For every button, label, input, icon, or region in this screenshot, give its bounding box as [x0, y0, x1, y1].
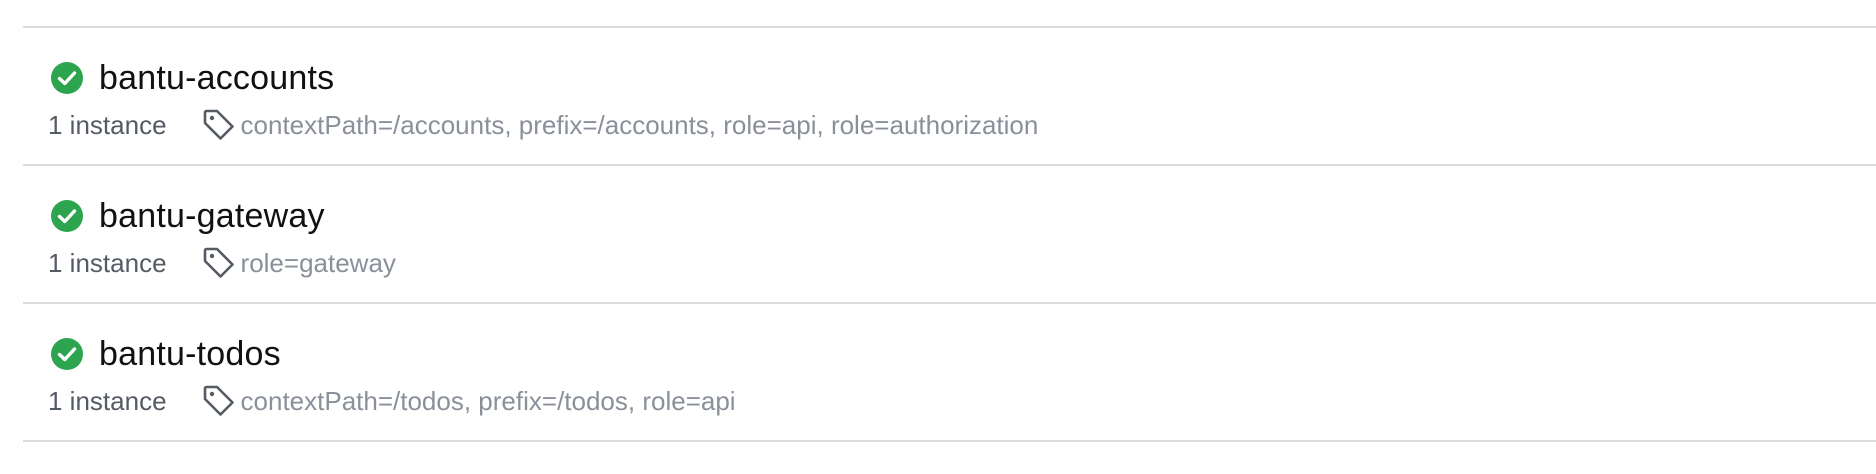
service-name[interactable]: bantu-gateway [99, 197, 325, 236]
service-list: bantu-accounts 1 instance contextPath=/a… [23, 26, 1876, 442]
check-circle-icon [50, 61, 84, 95]
service-title: bantu-todos [50, 333, 281, 375]
service-tags: role=gateway [240, 247, 396, 278]
instance-count: 1 instance [48, 109, 167, 140]
instance-count: 1 instance [48, 385, 167, 416]
tag-icon [201, 107, 237, 143]
service-title: bantu-accounts [50, 57, 334, 99]
check-circle-icon [50, 199, 84, 233]
service-row-bantu-accounts[interactable]: bantu-accounts 1 instance contextPath=/a… [23, 28, 1876, 166]
service-row-bantu-gateway[interactable]: bantu-gateway 1 instance role=gateway [23, 166, 1876, 304]
service-row-bantu-todos[interactable]: bantu-todos 1 instance contextPath=/todo… [23, 304, 1876, 442]
service-meta: 1 instance role=gateway [48, 246, 396, 280]
instance-count: 1 instance [48, 247, 167, 278]
service-tags: contextPath=/accounts, prefix=/accounts,… [240, 109, 1039, 140]
tag-icon [201, 245, 237, 281]
tag-icon [201, 383, 237, 419]
service-name[interactable]: bantu-todos [99, 335, 281, 374]
service-tags: contextPath=/todos, prefix=/todos, role=… [240, 385, 736, 416]
service-name[interactable]: bantu-accounts [99, 59, 334, 98]
check-circle-icon [50, 337, 84, 371]
service-title: bantu-gateway [50, 195, 325, 237]
service-meta: 1 instance contextPath=/todos, prefix=/t… [48, 384, 736, 418]
service-meta: 1 instance contextPath=/accounts, prefix… [48, 108, 1038, 142]
